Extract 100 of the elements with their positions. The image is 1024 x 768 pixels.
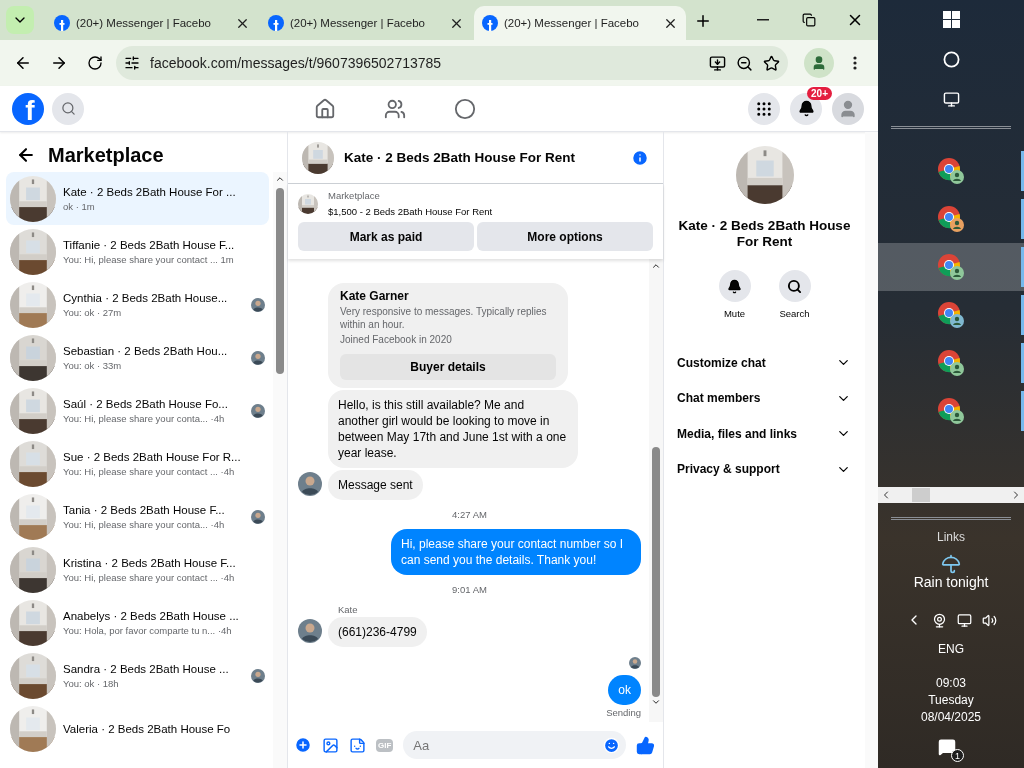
conversation-preview: You: Hi, please share your conta... ·4h xyxy=(63,412,225,424)
reload-icon xyxy=(87,55,103,71)
favicon-icon xyxy=(482,15,498,31)
back-icon xyxy=(14,54,32,72)
scroll-up-icon xyxy=(275,174,285,184)
browser-icon xyxy=(938,206,964,232)
message-bubble: Hi, please share your contact number so I can send you the details. Thank you! xyxy=(391,529,641,575)
scroll-up-icon xyxy=(651,261,661,271)
clock[interactable]: 09:03 Tuesday 08/04/2025 xyxy=(920,676,982,724)
message-field[interactable]: Aa xyxy=(411,736,603,754)
browser-icon xyxy=(938,350,964,376)
listing-button[interactable]: More options xyxy=(477,222,653,251)
weather-icon[interactable] xyxy=(941,554,961,574)
home-tab[interactable] xyxy=(314,97,336,120)
conversation-item[interactable]: Sandra · 2 Beds 2Bath House ... You: ok · 18h xyxy=(6,649,269,702)
conversation-item[interactable]: Tania · 2 Beds 2Bath House F... You: Hi, please share your conta... ·4h xyxy=(6,490,269,543)
profile-info: Very responsive to messages. Typically replies within an hour. xyxy=(340,305,548,331)
details-section[interactable]: Customize chat xyxy=(676,345,853,381)
conversation-name: Sandra · 2 Beds 2Bath House ... xyxy=(63,662,229,675)
scrollbar[interactable] xyxy=(273,172,287,768)
scroll-thumb[interactable] xyxy=(912,488,930,502)
message-bar[interactable]: Aa xyxy=(403,731,626,759)
like-icon[interactable] xyxy=(636,735,655,755)
conversation-name: Saúl · 2 Beds 2Bath House Fo... xyxy=(63,397,228,410)
profile-info: Joined Facebook in 2020 xyxy=(340,333,453,346)
menu-icon xyxy=(853,56,857,70)
details-section[interactable]: Media, files and links xyxy=(676,416,853,452)
links-label[interactable]: Links xyxy=(937,530,965,544)
install-icon xyxy=(709,54,726,72)
bookmark-star-icon xyxy=(763,54,780,72)
details-title: Kate · 2 Beds 2Bath House For Rent xyxy=(677,218,852,250)
browser-tab[interactable]: (20+) Messenger | Facebo xyxy=(46,6,258,40)
sticker-icon[interactable] xyxy=(349,736,366,754)
weather-text[interactable]: Rain tonight xyxy=(913,574,989,590)
conversation-preview: You: ok · 27m xyxy=(63,306,122,318)
scrollbar[interactable] xyxy=(649,259,663,722)
listing-button[interactable]: Mark as paid xyxy=(298,222,474,251)
conversation-item[interactable]: Saúl · 2 Beds 2Bath House Fo... You: Hi, please share your conta... ·4h xyxy=(6,384,269,437)
conversation-item[interactable]: Anabelys · 2 Beds 2Bath House ... You: Hola, por favor comparte tu n... ·4h xyxy=(6,596,269,649)
scroll-thumb[interactable] xyxy=(276,188,284,374)
scrollbar[interactable] xyxy=(865,132,878,768)
notification-badge: 20+ xyxy=(807,86,832,100)
conversation-item[interactable]: Sebastian · 2 Beds 2Bath Hou... You: ok · 33m xyxy=(6,331,269,384)
photo-icon[interactable] xyxy=(322,736,339,754)
message-bubble: Hello, is this still available? Me and another girl would be looking to move in between May 17th and June 1st with a one year lease. xyxy=(328,390,578,468)
avatar xyxy=(629,657,641,669)
mute-button[interactable] xyxy=(718,270,751,302)
favicon-icon xyxy=(268,15,284,31)
conversation-name: Sebastian · 2 Beds 2Bath Hou... xyxy=(63,344,228,357)
conversation-preview: You: ok · 18h xyxy=(63,677,119,689)
conversation-name: Tiffanie · 2 Beds 2Bath House F... xyxy=(63,238,235,251)
timestamp: 9:01 AM xyxy=(452,584,487,595)
conversation-preview: You: Hola, por favor comparte tu n... ·4h xyxy=(63,624,232,636)
conversation-name: Tania · 2 Beds 2Bath House F... xyxy=(63,503,225,516)
conversation-item[interactable]: Kate · 2 Beds 2Bath House For ... ok · 1m xyxy=(6,172,269,225)
browser-tab[interactable]: (20+) Messenger | Facebo xyxy=(474,6,686,40)
bell-icon xyxy=(797,100,815,117)
conversation-name: Cynthia · 2 Beds 2Bath House... xyxy=(63,291,228,304)
scrollbar[interactable] xyxy=(878,487,1024,503)
sender-name: Kate xyxy=(338,604,359,615)
conversation-item[interactable]: Valeria · 2 Beds 2Bath House Fo xyxy=(6,702,269,755)
add-icon[interactable] xyxy=(294,736,312,754)
notifications-button[interactable]: 1 xyxy=(938,738,964,762)
taskbar-app[interactable] xyxy=(878,243,1024,291)
conversation-item[interactable]: Kristina · 2 Beds 2Bath House F... You: Hi, please share your contact ... ·4h xyxy=(6,543,269,596)
logo[interactable]: f xyxy=(12,92,44,125)
site-settings-icon xyxy=(124,55,140,71)
conversation-preview: You: Hi, please share your contact ... ·4h xyxy=(63,571,235,583)
listing-label: Marketplace xyxy=(328,190,381,201)
language-indicator[interactable]: ENG xyxy=(938,642,964,656)
groups-tab[interactable] xyxy=(454,97,476,120)
friends-tab[interactable] xyxy=(384,97,406,120)
plus-icon xyxy=(694,12,712,30)
person-icon xyxy=(838,98,858,119)
task-view-icon xyxy=(942,90,960,108)
search-button[interactable] xyxy=(778,270,811,302)
tab-search-button[interactable] xyxy=(6,6,34,34)
timestamp: 4:27 AM xyxy=(452,509,487,520)
favicon-icon xyxy=(54,15,70,31)
minimize-icon xyxy=(757,19,769,21)
conversation-item[interactable]: Tiffanie · 2 Beds 2Bath House F... You: Hi, please share your contact ... 1m xyxy=(6,225,269,278)
conversation-name: Kate · 2 Beds 2Bath House For ... xyxy=(63,185,236,198)
scroll-down-icon xyxy=(651,697,661,707)
browser-icon xyxy=(938,398,964,424)
address-bar[interactable]: facebook.com/messages/t/9607396502713785 xyxy=(116,46,788,80)
conversation-item[interactable]: Cynthia · 2 Beds 2Bath House... You: ok · 27m xyxy=(6,278,269,331)
buyer-details-button[interactable]: Buyer details xyxy=(340,354,556,380)
emoji-icon[interactable] xyxy=(603,736,620,754)
profile-button[interactable] xyxy=(804,48,834,78)
scroll-thumb[interactable] xyxy=(652,447,660,697)
conversation-preview: You: ok · 33m xyxy=(63,359,122,371)
account-button[interactable] xyxy=(832,92,864,125)
conversation-item[interactable]: Sue · 2 Beds 2Bath House For R... You: Hi, please share your contact ... ·4h xyxy=(6,437,269,490)
details-section[interactable]: Chat members xyxy=(676,380,853,416)
info-icon[interactable] xyxy=(631,148,649,167)
details-section[interactable]: Privacy & support xyxy=(676,451,853,487)
message-bubble: ok xyxy=(608,675,641,705)
menu-button[interactable] xyxy=(748,92,780,125)
camera-icon xyxy=(931,612,947,628)
browser-tab[interactable]: (20+) Messenger | Facebo xyxy=(260,6,472,40)
